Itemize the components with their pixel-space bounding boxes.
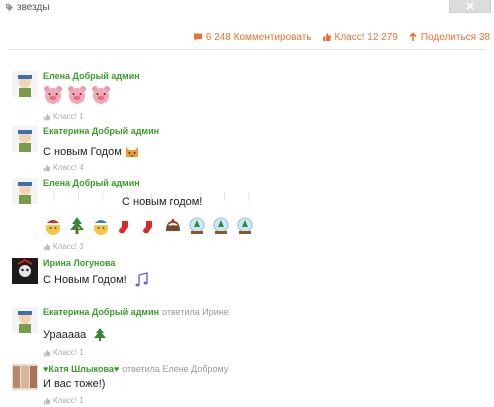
reply-to[interactable]: ответила Ирине <box>162 307 229 317</box>
divider <box>8 49 486 50</box>
comment-item: Елена Добрый админ ||||||||| С новым год… <box>12 178 482 254</box>
comment-item: ♥Катя Шлыкова♥ ответила Елене Доброму И в… <box>12 364 482 406</box>
thumb-up-icon <box>43 113 51 120</box>
stocking-emoji <box>115 216 135 236</box>
comment-text-row: С новым годом! <box>122 196 202 208</box>
post-header: звезды <box>0 0 494 20</box>
comment-count-label: 6 248 Комментировать <box>205 31 312 43</box>
santa-face-emoji <box>91 216 111 236</box>
christmas-tree-emoji <box>67 216 87 236</box>
comment-author[interactable]: Елена Добрый админ <box>43 178 140 188</box>
comment-text-row: С Новым Годом! <box>43 272 149 288</box>
thumb-up-icon <box>43 349 51 356</box>
like-link[interactable]: Класс! 1 <box>43 396 84 405</box>
comment-item: Екатерина Добрый админ С новым Годом Кла… <box>12 126 482 172</box>
comment-author[interactable]: ♥Катя Шлыкова♥ ответила Елене Доброму <box>43 364 228 374</box>
comment-text-row: С новым Годом <box>43 144 140 160</box>
thumb-up-icon <box>43 397 51 404</box>
comment-item: Ирина Логунова С Новым Годом! <box>12 258 482 294</box>
share-icon <box>409 32 417 41</box>
pig-face-emoji <box>43 85 63 105</box>
comment-author[interactable]: Екатерина Добрый админ <box>43 126 159 136</box>
share-button[interactable]: Поделиться 38 <box>408 30 490 44</box>
author-name[interactable]: ♥Катя Шлыкова♥ <box>43 364 119 374</box>
emoji-row <box>43 216 259 236</box>
like-button[interactable]: Класс! 12 279 <box>322 30 398 44</box>
comment-button[interactable]: 6 248 Комментировать <box>193 30 312 44</box>
santa-face-emoji <box>43 216 63 236</box>
like-link[interactable]: Класс! 1 <box>43 112 84 121</box>
like-count: Класс! 1 <box>53 348 84 357</box>
music-note-emoji <box>133 272 149 288</box>
thumb-up-icon <box>322 33 331 41</box>
snow-globe-emoji <box>187 216 207 236</box>
comment-text: С новым Годом <box>43 146 122 158</box>
post-actions: 6 248 Комментировать Класс! 12 279 Подел… <box>193 30 490 44</box>
like-count: Класс! 3 <box>53 242 84 251</box>
christmas-tree-emoji <box>92 327 108 343</box>
reply-to[interactable]: ответила Елене Доброму <box>122 364 228 374</box>
comment-author[interactable]: Екатерина Добрый админ ответила Ирине <box>43 307 229 317</box>
author-name[interactable]: Екатерина Добрый админ <box>43 307 159 317</box>
like-count: Класс! 4 <box>53 163 84 172</box>
like-link[interactable]: Класс! 3 <box>43 242 84 251</box>
comment-text: Урааааа <box>43 329 87 341</box>
avatar[interactable] <box>12 71 38 97</box>
pig-face-emoji <box>91 85 111 105</box>
close-icon <box>466 2 474 10</box>
comment-author[interactable]: Ирина Логунова <box>43 258 115 268</box>
avatar[interactable] <box>12 258 38 284</box>
emoji-row <box>43 85 115 105</box>
like-count-label: Класс! 12 279 <box>334 31 398 43</box>
comment-icon <box>193 33 202 41</box>
avatar[interactable] <box>12 364 38 390</box>
like-count: Класс! 1 <box>53 396 84 405</box>
snow-globe-emoji <box>211 216 231 236</box>
thumb-up-icon <box>43 243 51 250</box>
comment-text-row: И вас тоже!) <box>43 378 105 390</box>
comment-item: Екатерина Добрый админ ответила Ирине Ура… <box>12 307 482 359</box>
comment-text: С Новым Годом! <box>43 274 127 286</box>
like-count: Класс! 1 <box>53 112 84 121</box>
stocking-emoji <box>139 216 159 236</box>
close-button[interactable] <box>449 0 491 13</box>
like-link[interactable]: Класс! 4 <box>43 163 84 172</box>
tag-label[interactable]: звезды <box>17 2 50 13</box>
share-count-label: Поделиться 38 <box>420 31 490 43</box>
tag-icon <box>5 3 14 12</box>
thumb-up-icon <box>43 164 51 171</box>
avatar[interactable] <box>12 178 38 204</box>
like-link[interactable]: Класс! 1 <box>43 348 84 357</box>
avatar[interactable] <box>12 307 38 333</box>
comment-author[interactable]: Елена Добрый админ <box>43 71 140 81</box>
comment-text: С новым годом! <box>122 196 203 208</box>
pig-face-emoji <box>67 85 87 105</box>
comment-text: И вас тоже!) <box>43 378 106 390</box>
comment-text-row: Урааааа <box>43 327 108 343</box>
cat-face-emoji <box>124 144 140 160</box>
avatar[interactable] <box>12 126 38 152</box>
pudding-emoji <box>163 216 183 236</box>
snow-globe-emoji <box>235 216 255 236</box>
comment-item: Елена Добрый админ Класс! 1 <box>12 71 482 123</box>
